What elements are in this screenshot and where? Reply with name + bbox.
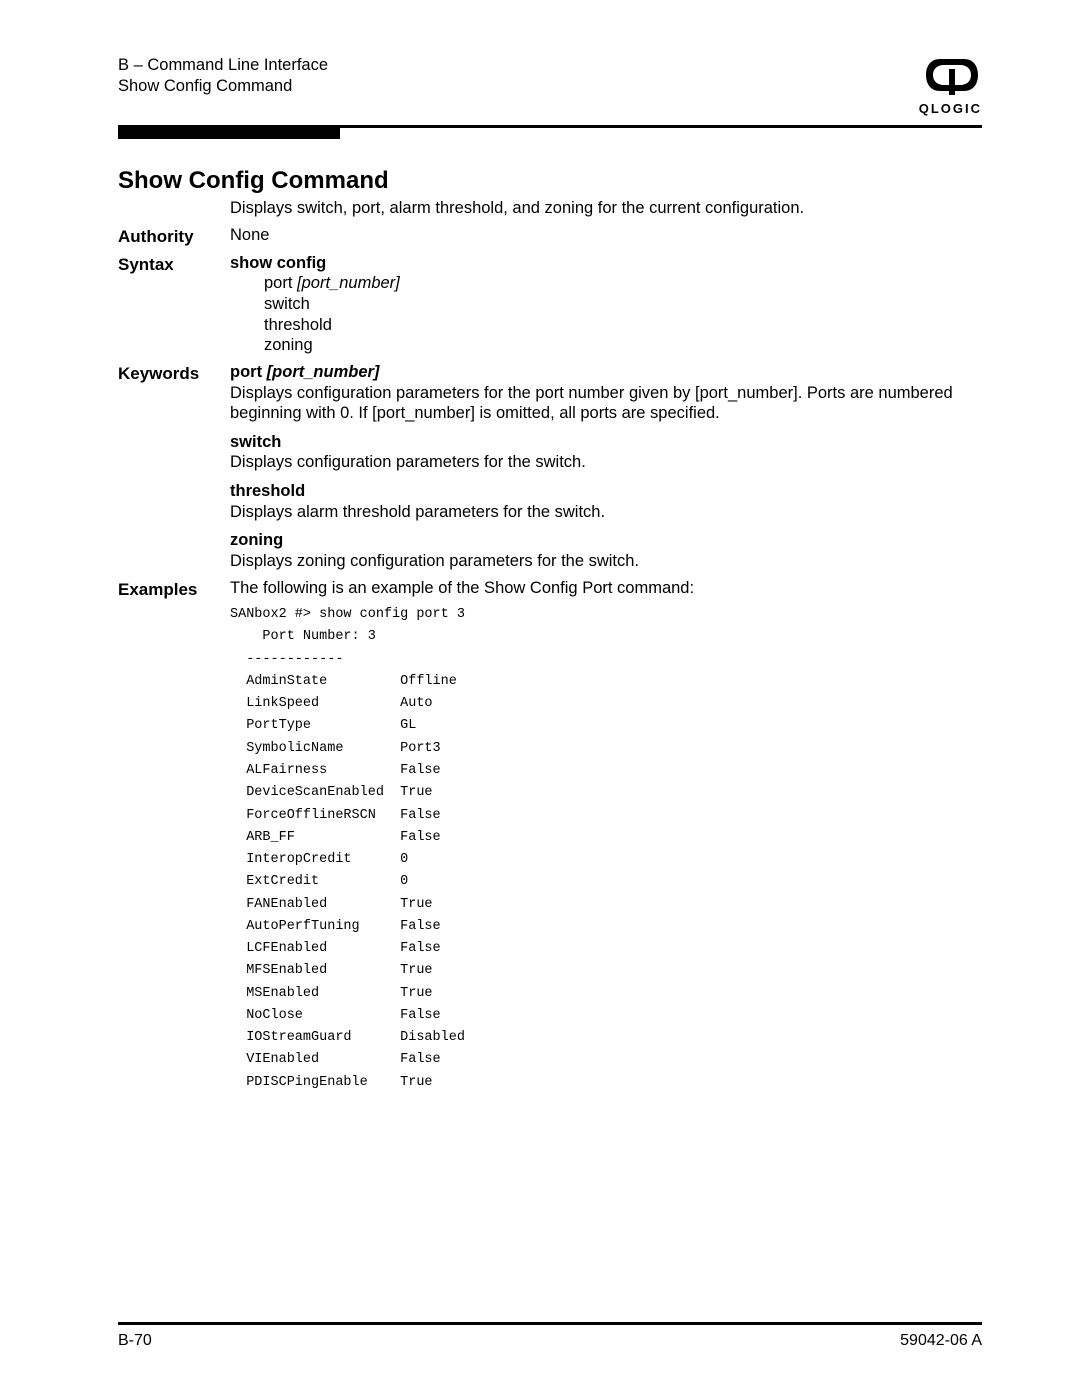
- syntax-arg1-prefix: port: [264, 274, 297, 292]
- kw-port-param: [port_number]: [267, 363, 380, 381]
- kw-port-prefix: port: [230, 363, 267, 381]
- keywords-label: Keywords: [118, 362, 230, 572]
- examples-intro: The following is an example of the Show …: [230, 578, 982, 599]
- header-rule: [118, 125, 982, 128]
- examples-label: Examples: [118, 578, 230, 1094]
- footer-rule: [118, 1322, 982, 1325]
- syntax-arg4: zoning: [264, 335, 982, 356]
- qlogic-logo-icon: [922, 55, 982, 95]
- kw-threshold: threshold: [230, 481, 982, 502]
- keywords-block: port [port_number] Displays configuratio…: [230, 362, 982, 572]
- syntax-arg1-param: [port_number]: [297, 274, 400, 292]
- syntax-arg3: threshold: [264, 315, 982, 336]
- header-tab: [118, 125, 340, 139]
- authority-label: Authority: [118, 225, 230, 247]
- syntax-arg2: switch: [264, 294, 982, 315]
- syntax-block: show config port [port_number] switch th…: [230, 253, 982, 356]
- logo: QLOGIC: [919, 55, 982, 117]
- kw-zoning: zoning: [230, 530, 982, 551]
- header-section: B – Command Line Interface: [118, 55, 328, 76]
- kw-switch-desc: Displays configuration parameters for th…: [230, 452, 982, 473]
- footer-left: B-70: [118, 1331, 152, 1351]
- header-page-title: Show Config Command: [118, 76, 328, 97]
- examples-block: The following is an example of the Show …: [230, 578, 982, 1094]
- footer-right: 59042-06 A: [900, 1331, 982, 1351]
- syntax-label: Syntax: [118, 253, 230, 356]
- kw-zoning-desc: Displays zoning configuration parameters…: [230, 551, 982, 572]
- authority-value: None: [230, 225, 982, 247]
- intro-text: Displays switch, port, alarm threshold, …: [230, 198, 982, 219]
- kw-threshold-desc: Displays alarm threshold parameters for …: [230, 502, 982, 523]
- kw-port-desc: Displays configuration parameters for th…: [230, 383, 982, 424]
- examples-output: SANbox2 #> show config port 3 Port Numbe…: [230, 604, 982, 1094]
- page-title: Show Config Command: [118, 166, 982, 196]
- kw-switch: switch: [230, 432, 982, 453]
- logo-word: QLOGIC: [919, 101, 982, 117]
- syntax-command: show config: [230, 254, 326, 272]
